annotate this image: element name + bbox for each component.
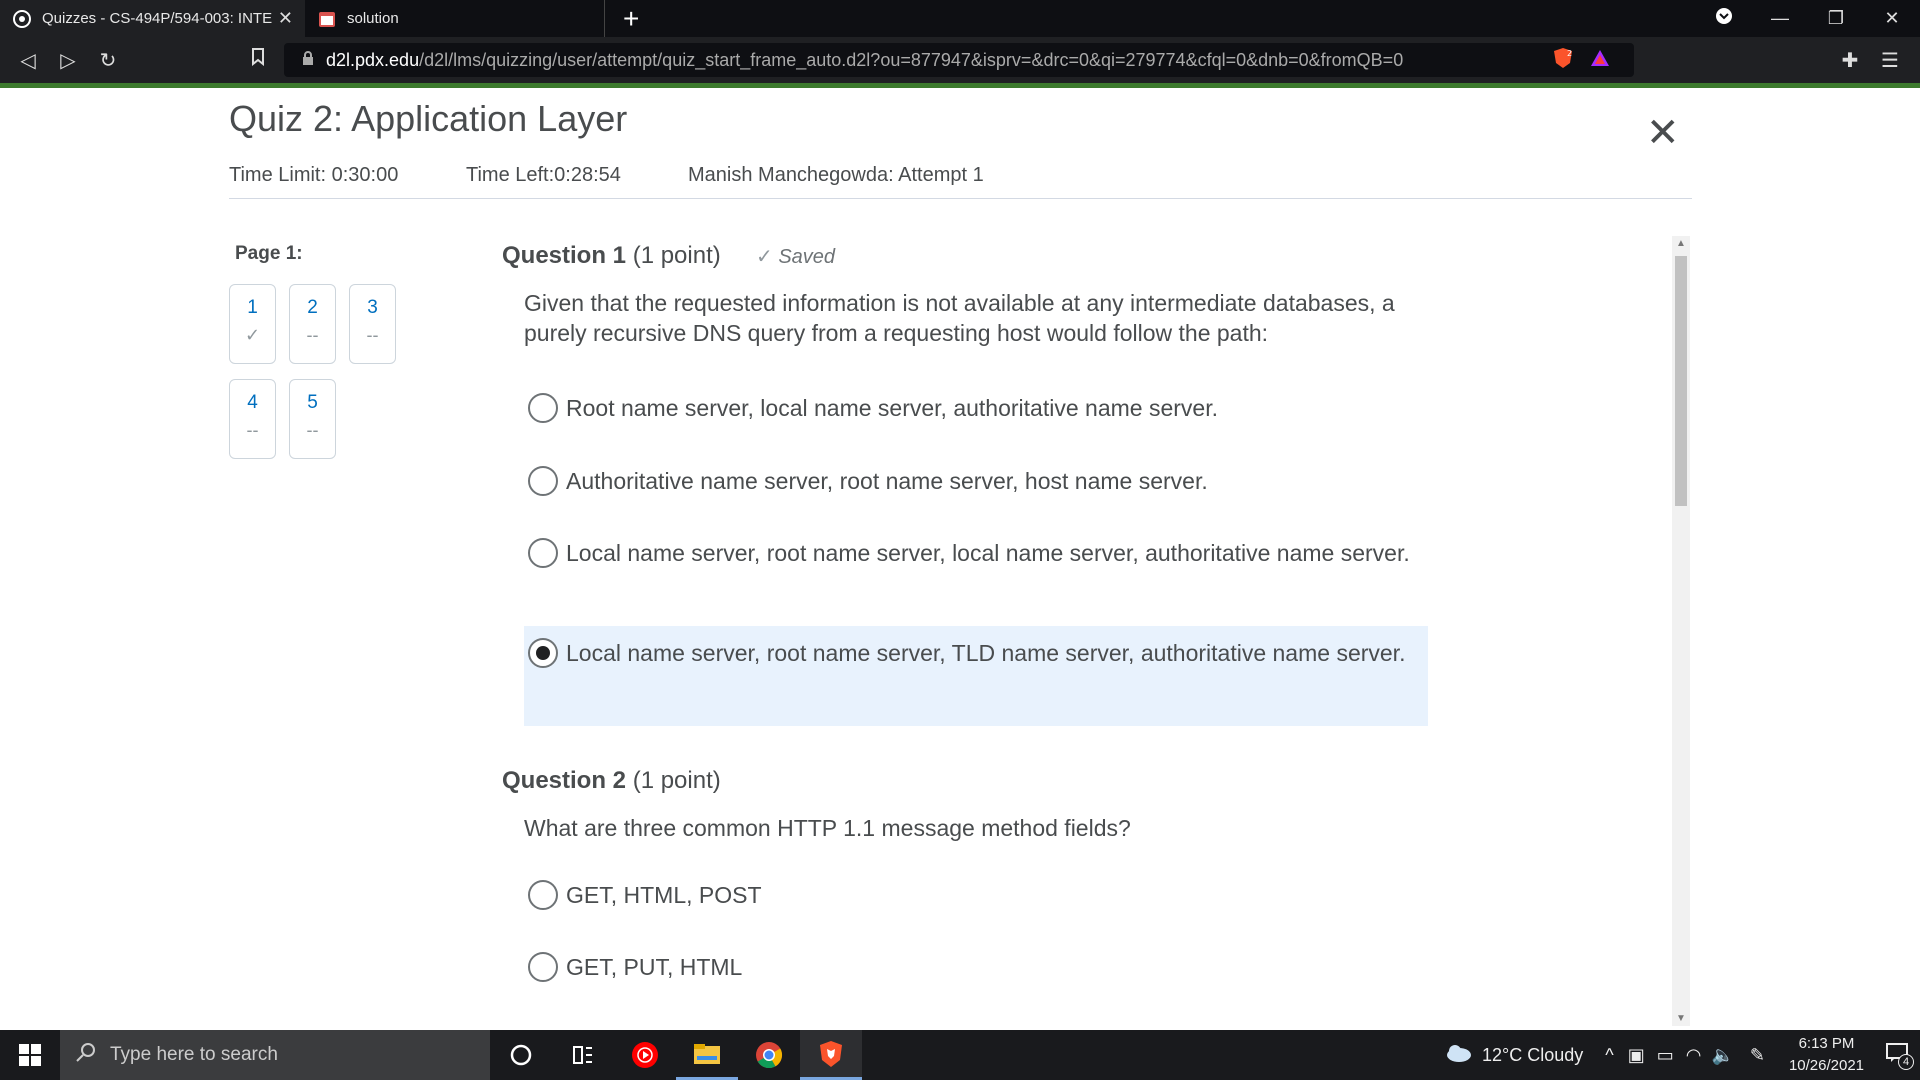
window-controls: — ❐ ✕	[1696, 0, 1920, 37]
d2l-favicon-icon	[12, 9, 32, 29]
question-nav-3[interactable]: 3 --	[349, 284, 396, 364]
radio-button[interactable]	[528, 466, 558, 496]
browser-tab-bar: Quizzes - CS-494P/594-003: INTE ✕ soluti…	[0, 0, 1920, 37]
brave-browser-icon[interactable]	[800, 1030, 862, 1080]
radio-button[interactable]	[528, 952, 558, 982]
scrollbar-thumb[interactable]	[1675, 256, 1687, 506]
url-field[interactable]: d2l.pdx.edu/d2l/lms/quizzing/user/attemp…	[284, 43, 1634, 77]
shield-count: 2	[1567, 49, 1572, 58]
clock-time: 6:13 PM	[1798, 1035, 1855, 1052]
youtube-music-icon[interactable]	[614, 1030, 676, 1080]
q1-option-4-selected[interactable]: Local name server, root name server, TLD…	[524, 626, 1428, 726]
lock-icon	[302, 50, 314, 71]
question-nav-4[interactable]: 4 --	[229, 379, 276, 459]
answered-check-icon: ✓	[244, 325, 261, 345]
chrome-icon[interactable]	[738, 1030, 800, 1080]
q2-option-2[interactable]: GET, PUT, HTML	[524, 946, 1428, 988]
question-nav-5[interactable]: 5 --	[289, 379, 336, 459]
show-hidden-icons-icon[interactable]: ^	[1605, 1045, 1613, 1066]
question-nav-1[interactable]: 1 ✓	[229, 284, 276, 364]
address-toolbar: ◁ ▷ ↻ d2l.pdx.edu/d2l/lms/quizzing/user/…	[0, 37, 1920, 83]
question-2-text: What are three common HTTP 1.1 message m…	[524, 815, 1131, 841]
brave-rewards-icon[interactable]	[1590, 49, 1610, 72]
brave-menu-icon[interactable]	[1696, 7, 1752, 30]
time-limit: Time Limit: 0:30:00	[229, 164, 399, 186]
system-tray: 12°C Cloudy ^ ▣ ▭ ◠ 🔈 ✎ 6:13 PM 10/26/20…	[1444, 1030, 1920, 1080]
radio-button[interactable]	[528, 538, 558, 568]
tab-close-icon[interactable]: ✕	[278, 8, 293, 29]
radio-button[interactable]	[528, 393, 558, 423]
reload-icon[interactable]: ↻	[88, 48, 128, 73]
question-1-text: Given that the requested information is …	[524, 290, 1395, 346]
forward-icon[interactable]: ▷	[48, 48, 88, 73]
quiz-page: Quiz 2: Application Layer ✕ Time Limit: …	[0, 88, 1920, 1030]
minimize-icon[interactable]: —	[1752, 8, 1808, 29]
tab-quizzes[interactable]: Quizzes - CS-494P/594-003: INTE ✕	[0, 0, 305, 37]
meet-now-icon[interactable]: ▣	[1628, 1045, 1645, 1066]
tab-title: Quizzes - CS-494P/594-003: INTE	[42, 10, 272, 27]
close-window-icon[interactable]: ✕	[1864, 8, 1920, 29]
scroll-up-icon[interactable]: ▲	[1676, 238, 1686, 249]
time-left: Time Left:0:28:54	[466, 164, 621, 186]
file-explorer-icon[interactable]	[676, 1030, 738, 1080]
tab-solution[interactable]: solution	[305, 0, 605, 37]
extensions-icon[interactable]: ✚	[1830, 48, 1870, 73]
bookmark-icon[interactable]	[238, 48, 278, 72]
clock-date: 10/26/2021	[1788, 1057, 1865, 1074]
clock[interactable]: 6:13 PM 10/26/2021	[1779, 1033, 1874, 1077]
new-tab-button[interactable]: +	[623, 4, 639, 33]
cortana-icon[interactable]	[490, 1030, 552, 1080]
weather-text[interactable]: 12°C Cloudy	[1482, 1045, 1583, 1066]
menu-icon[interactable]: ☰	[1870, 48, 1910, 73]
calendar-favicon-icon	[317, 9, 337, 29]
search-icon	[76, 1042, 96, 1068]
taskbar-search[interactable]: Type here to search	[60, 1030, 490, 1080]
q1-option-2[interactable]: Authoritative name server, root name ser…	[524, 460, 1428, 502]
wifi-icon[interactable]: ◠	[1686, 1045, 1702, 1066]
scroll-down-icon[interactable]: ▼	[1676, 1013, 1686, 1024]
radio-button[interactable]	[528, 880, 558, 910]
radio-button-selected[interactable]	[528, 638, 558, 668]
tab-title: solution	[347, 10, 399, 27]
notification-count: 4	[1898, 1053, 1914, 1070]
saved-status: ✓ Saved	[756, 246, 836, 268]
windows-taskbar: Type here to search 12°C Cloudy ^ ▣ ▭ ◠ …	[0, 1030, 1920, 1080]
header-divider	[229, 198, 1692, 199]
windows-start-icon[interactable]	[0, 1030, 60, 1080]
search-placeholder: Type here to search	[110, 1044, 278, 1065]
brave-shield-icon[interactable]: 2	[1552, 47, 1574, 74]
pen-icon[interactable]: ✎	[1750, 1045, 1765, 1066]
back-icon[interactable]: ◁	[8, 48, 48, 73]
attempt-info: Manish Manchegowda: Attempt 1	[688, 164, 984, 186]
scrollbar[interactable]: ▲ ▼	[1672, 236, 1690, 1026]
url-host: d2l.pdx.edu	[326, 49, 420, 70]
q1-option-3[interactable]: Local name server, root name server, loc…	[524, 532, 1428, 574]
quiz-title: Quiz 2: Application Layer	[229, 98, 628, 139]
notification-icon[interactable]: 4	[1874, 1042, 1920, 1070]
page-label: Page 1:	[235, 243, 303, 264]
task-view-icon[interactable]	[552, 1030, 614, 1080]
q2-option-1[interactable]: GET, HTML, POST	[524, 874, 1428, 916]
check-icon: ✓	[756, 246, 773, 268]
question-1-header: Question 1 (1 point)	[502, 242, 721, 269]
q1-option-1[interactable]: Root name server, local name server, aut…	[524, 387, 1428, 429]
close-quiz-icon[interactable]: ✕	[1646, 110, 1680, 156]
question-2-header: Question 2 (1 point)	[502, 767, 721, 794]
battery-icon[interactable]: ▭	[1657, 1045, 1674, 1066]
restore-icon[interactable]: ❐	[1808, 8, 1864, 29]
weather-cloud-icon[interactable]	[1444, 1043, 1472, 1068]
url-path: /d2l/lms/quizzing/user/attempt/quiz_star…	[419, 49, 1404, 70]
question-nav-2[interactable]: 2 --	[289, 284, 336, 364]
volume-icon[interactable]: 🔈	[1711, 1045, 1733, 1066]
